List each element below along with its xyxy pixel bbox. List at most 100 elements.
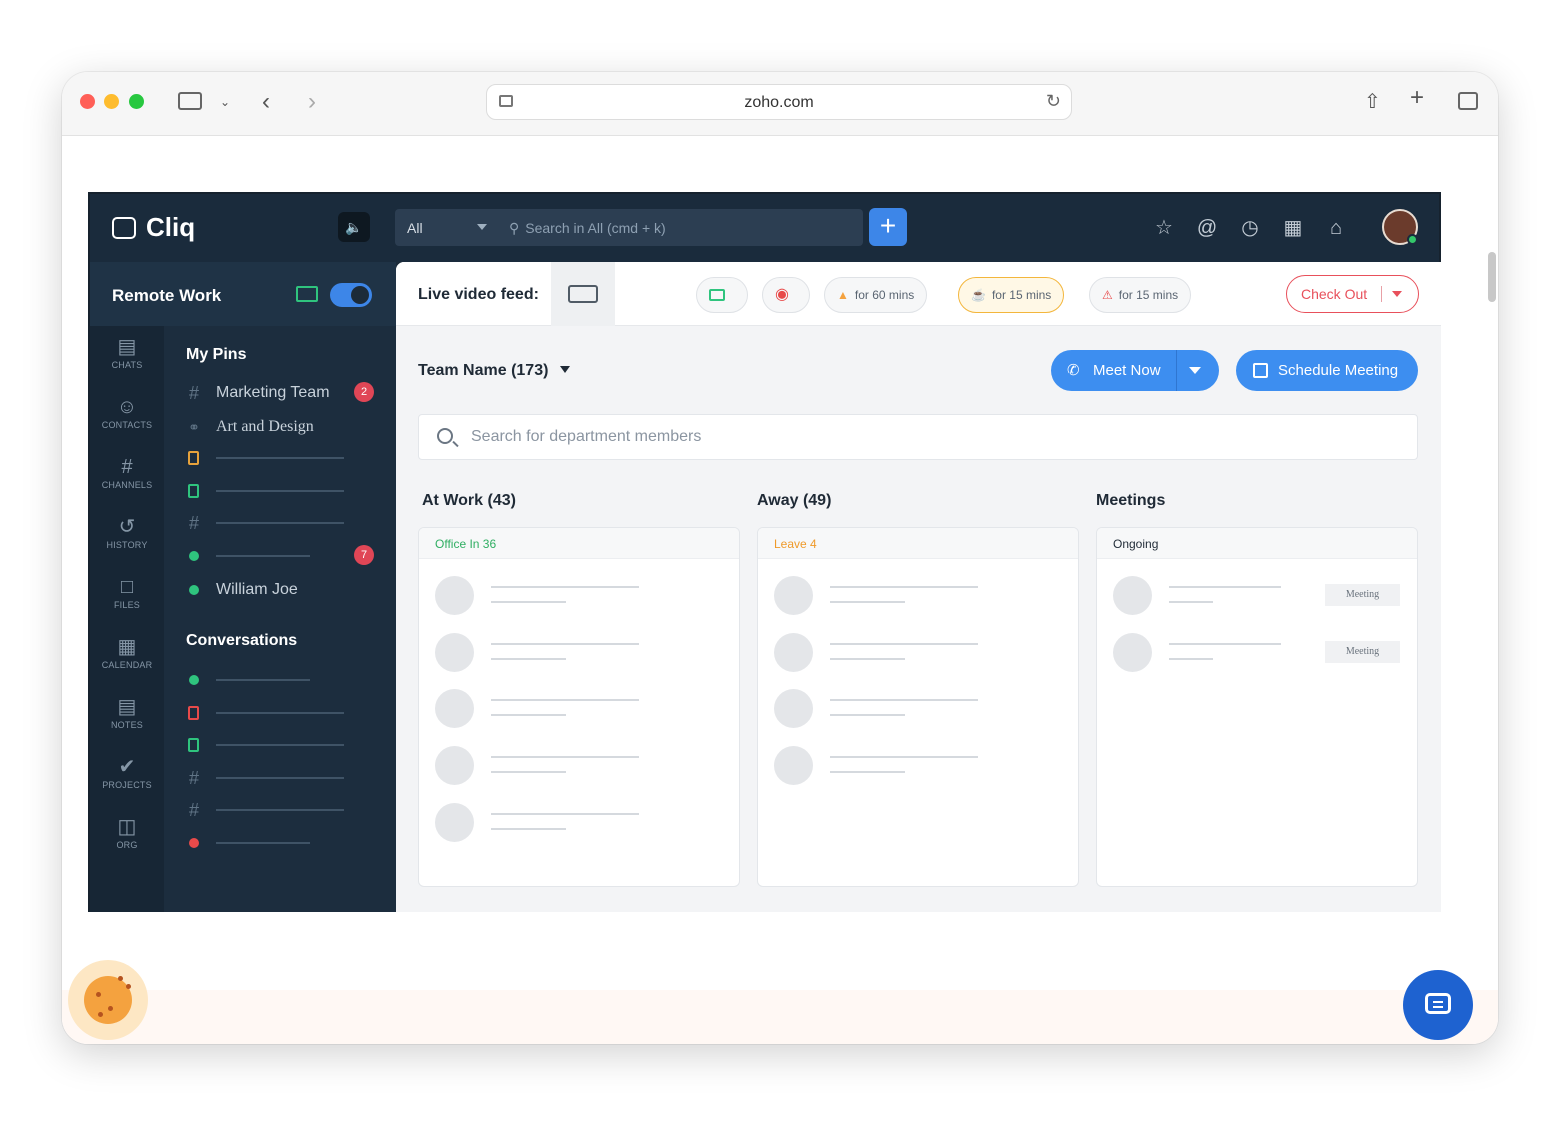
member-row[interactable]: [435, 576, 725, 616]
rail-files[interactable]: □ FILES: [90, 576, 164, 610]
target-status-pill[interactable]: ◉: [762, 277, 810, 313]
conversation-placeholder-row[interactable]: #: [184, 766, 384, 790]
rail-projects[interactable]: ✔ PROJECTS: [90, 756, 164, 790]
member-row[interactable]: [774, 633, 1064, 673]
placeholder-line: [1169, 601, 1213, 603]
star-icon[interactable]: ☆: [1152, 216, 1176, 240]
mention-icon[interactable]: @: [1195, 216, 1219, 240]
lunch-icon: ▲: [837, 288, 849, 302]
search-scope-select[interactable]: All: [395, 209, 499, 246]
store-icon[interactable]: ⌂: [1324, 216, 1348, 240]
video-camera-button[interactable]: [551, 262, 615, 326]
divider: [1381, 286, 1382, 302]
lunch-duration: for 60 mins: [854, 288, 915, 302]
pin-art-and-design[interactable]: ⚭ Art and Design: [184, 415, 384, 439]
cliq-logo[interactable]: Cliq: [112, 212, 195, 243]
meeting-tag: Meeting: [1325, 641, 1400, 663]
minimize-window-button[interactable]: [104, 94, 119, 109]
pin-placeholder-row[interactable]: [184, 446, 384, 470]
my-pins-title: My Pins: [186, 346, 247, 363]
member-row[interactable]: [774, 746, 1064, 786]
online-dot: [184, 546, 204, 566]
caret-down-icon[interactable]: [1392, 291, 1402, 297]
speaker-icon[interactable]: 🔈: [338, 212, 370, 242]
conversation-placeholder-row[interactable]: [184, 701, 384, 725]
member-row[interactable]: [435, 633, 725, 673]
chat-support-button[interactable]: [1403, 970, 1473, 1040]
sidebar-icon[interactable]: [178, 92, 202, 110]
coffee-status-pill[interactable]: ☕ for 15 mins: [958, 277, 1065, 313]
conversation-placeholder-row[interactable]: [184, 733, 384, 757]
rail-label: HISTORY: [106, 540, 148, 550]
placeholder-line: [491, 586, 639, 588]
pin-placeholder-row[interactable]: 7: [184, 544, 384, 568]
calendar-icon: ▦: [117, 636, 137, 658]
monitor-icon[interactable]: [296, 286, 318, 302]
back-icon[interactable]: ‹: [262, 90, 270, 114]
pin-william-joe[interactable]: William Joe: [184, 578, 384, 602]
add-button[interactable]: +: [869, 208, 907, 246]
cookie-icon[interactable]: [68, 960, 148, 1040]
remote-work-toggle[interactable]: [330, 283, 372, 307]
unread-badge: 7: [354, 545, 374, 565]
rail-contacts[interactable]: ☺ CONTACTS: [90, 396, 164, 430]
mobile-icon: [184, 481, 204, 501]
department-search: [418, 414, 1418, 460]
video-camera-icon: [568, 285, 598, 303]
member-row[interactable]: [435, 803, 725, 843]
department-search-input[interactable]: [469, 427, 1369, 447]
chevron-down-icon[interactable]: ⌄: [220, 92, 230, 112]
forward-icon[interactable]: ›: [308, 90, 316, 114]
pin-marketing-team[interactable]: # Marketing Team 2: [184, 381, 384, 405]
placeholder-line: [216, 490, 344, 492]
calendar-icon[interactable]: ▦: [1281, 216, 1305, 240]
reminder-icon[interactable]: ◷: [1238, 216, 1262, 240]
member-row[interactable]: [774, 576, 1064, 616]
divider: [1176, 350, 1177, 391]
tabs-overview-icon[interactable]: [1458, 92, 1478, 110]
avatar: [774, 633, 813, 672]
conversation-placeholder-row[interactable]: #: [184, 798, 384, 822]
close-window-button[interactable]: [80, 94, 95, 109]
calendar-icon: [1253, 363, 1268, 378]
pin-placeholder-row[interactable]: #: [184, 511, 384, 535]
pin-label: Marketing Team: [216, 384, 330, 401]
rail-calendar[interactable]: ▦ CALENDAR: [90, 636, 164, 670]
pin-placeholder-row[interactable]: [184, 479, 384, 503]
page-scrollbar[interactable]: [1488, 252, 1496, 302]
caret-down-icon[interactable]: [1189, 367, 1201, 374]
user-avatar[interactable]: [1382, 209, 1418, 245]
lunch-status-pill[interactable]: ▲ for 60 mins: [824, 277, 928, 313]
zoom-window-button[interactable]: [129, 94, 144, 109]
schedule-meeting-button[interactable]: Schedule Meeting: [1236, 350, 1418, 391]
placeholder-line: [830, 643, 978, 645]
dnd-status-pill[interactable]: ⚠ for 15 mins: [1089, 277, 1192, 313]
rail-history[interactable]: ↺ HISTORY: [90, 516, 164, 550]
meeting-row[interactable]: Meeting: [1113, 576, 1403, 616]
member-row[interactable]: [435, 689, 725, 729]
rail-chats[interactable]: ▤ CHATS: [90, 336, 164, 370]
share-icon[interactable]: ⇧: [1364, 92, 1381, 112]
rail-channels[interactable]: # CHANNELS: [90, 456, 164, 490]
placeholder-line: [216, 777, 344, 779]
away-card: Leave 4: [757, 527, 1079, 887]
at-work-card: Office In 36: [418, 527, 740, 887]
rail-notes[interactable]: ▤ NOTES: [90, 696, 164, 730]
rail-org[interactable]: ◫ ORG: [90, 816, 164, 850]
reload-icon[interactable]: ↻: [1046, 91, 1061, 112]
placeholder-line: [216, 555, 310, 557]
check-out-button[interactable]: Check Out: [1286, 275, 1419, 313]
monitor-icon: [709, 289, 725, 301]
new-tab-icon[interactable]: +: [1410, 86, 1424, 110]
member-row[interactable]: [435, 746, 725, 786]
member-row[interactable]: [774, 689, 1064, 729]
meeting-row[interactable]: Meeting: [1113, 633, 1403, 673]
meet-now-button[interactable]: ✆ Meet Now: [1051, 350, 1219, 391]
mobile-icon: [184, 735, 204, 755]
screen-status-pill[interactable]: [696, 277, 748, 313]
conversation-placeholder-row[interactable]: [184, 668, 384, 692]
conversation-placeholder-row[interactable]: [184, 831, 384, 855]
global-search-input[interactable]: ⚲ Search in All (cmd + k): [499, 209, 863, 246]
address-bar[interactable]: zoho.com ↻: [486, 84, 1072, 120]
team-selector[interactable]: Team Name (173): [418, 362, 571, 380]
